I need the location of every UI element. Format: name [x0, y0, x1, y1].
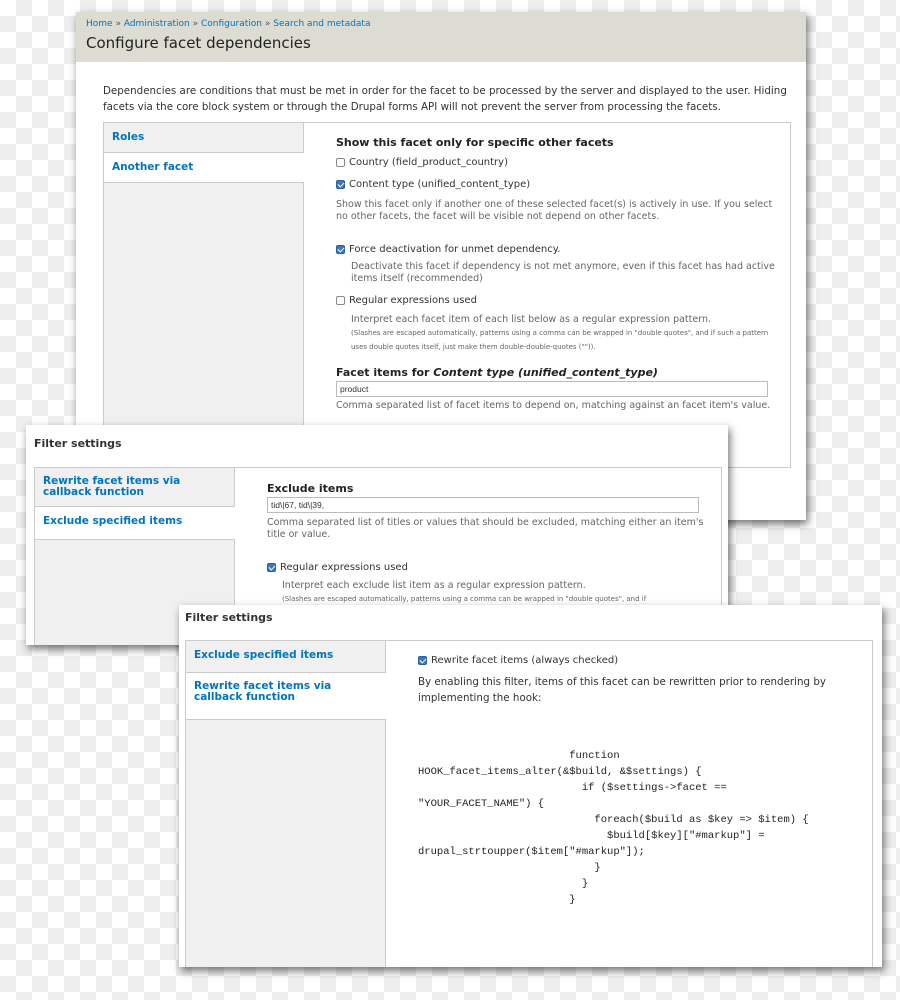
- tab-exclude-specified-items[interactable]: Exclude specified items: [35, 507, 235, 540]
- checkbox-label: Country (field_product_country): [349, 157, 508, 168]
- page-title: Configure facet dependencies: [86, 34, 311, 52]
- facet-items-label: Facet items for Content type (unified_co…: [336, 366, 658, 379]
- tab-roles[interactable]: Roles: [104, 123, 303, 153]
- checkbox-force-deactivation[interactable]: [336, 245, 345, 254]
- checkbox-label: Content type (unified_content_type): [349, 179, 531, 190]
- vertical-tabs: Exclude specified items Rewrite facet it…: [185, 640, 873, 967]
- breadcrumb-search-and-metadata[interactable]: Search and metadata: [273, 19, 370, 29]
- checkbox-regex[interactable]: [336, 296, 345, 305]
- exclude-items-description: Comma separated list of titles or values…: [267, 517, 704, 540]
- breadcrumb: Home » Administration » Configuration » …: [86, 19, 796, 29]
- tab-rewrite-facet-items[interactable]: Rewrite facet items via callback functio…: [35, 468, 234, 507]
- filter-settings-window-rewrite: Filter settings Exclude specified items …: [179, 605, 882, 967]
- breadcrumb-separator: »: [192, 19, 199, 29]
- checkbox-rewrite[interactable]: [418, 656, 427, 665]
- facet-items-description: Comma separated list of facet items to d…: [336, 400, 771, 411]
- facet-country-option[interactable]: Country (field_product_country): [336, 157, 776, 168]
- breadcrumb-separator: »: [115, 19, 121, 29]
- checkbox-country[interactable]: [336, 158, 345, 167]
- regex-option[interactable]: Regular expressions used: [336, 295, 776, 306]
- exclude-items-input[interactable]: tid\|67, tid\|39,: [267, 497, 699, 513]
- rewrite-option[interactable]: Rewrite facet items (always checked): [418, 655, 858, 666]
- tab-exclude-specified-items[interactable]: Exclude specified items: [186, 641, 385, 673]
- section-title: Show this facet only for specific other …: [336, 136, 614, 149]
- page-header: Home » Administration » Configuration » …: [76, 12, 806, 62]
- vertical-tab-list: Roles Another facet: [104, 123, 304, 467]
- force-deactivation-description: Deactivate this facet if dependency is n…: [351, 261, 775, 284]
- checkbox-content-type[interactable]: [336, 180, 345, 189]
- tab-rewrite-facet-items[interactable]: Rewrite facet items via callback functio…: [186, 673, 386, 720]
- tab-another-facet[interactable]: Another facet: [104, 153, 304, 183]
- exclude-items-label: Exclude items: [267, 482, 354, 495]
- facet-content-type-option[interactable]: Content type (unified_content_type): [336, 179, 776, 190]
- checkbox-label: Rewrite facet items (always checked): [431, 655, 619, 666]
- force-deactivation-option[interactable]: Force deactivation for unmet dependency.: [336, 244, 776, 255]
- breadcrumb-configuration[interactable]: Configuration: [201, 19, 262, 29]
- regex-description: Interpret each facet item of each list b…: [351, 314, 712, 325]
- breadcrumb-home[interactable]: Home: [86, 19, 113, 29]
- intro-text: Dependencies are conditions that must be…: [103, 85, 787, 113]
- filter-settings-title: Filter settings: [34, 437, 122, 450]
- regex-description: Interpret each exclude list item as a re…: [282, 580, 586, 591]
- rewrite-description: By enabling this filter, items of this f…: [418, 676, 826, 704]
- checkbox-label: Regular expressions used: [349, 295, 477, 306]
- checkbox-label: Force deactivation for unmet dependency.: [349, 244, 561, 255]
- regex-note: (Slashes are escaped automatically, patt…: [282, 595, 647, 603]
- facets-description: Show this facet only if another one of t…: [336, 199, 773, 222]
- breadcrumb-separator: »: [264, 19, 271, 29]
- filter-settings-title: Filter settings: [185, 611, 273, 624]
- checkbox-label: Regular expressions used: [280, 562, 408, 573]
- regex-option[interactable]: Regular expressions used: [267, 562, 707, 573]
- vertical-tab-list: Exclude specified items Rewrite facet it…: [186, 641, 386, 967]
- facet-items-input[interactable]: product: [336, 381, 768, 397]
- hook-code-sample: function HOOK_facet_items_alter(&$build,…: [418, 750, 809, 906]
- breadcrumb-administration[interactable]: Administration: [124, 19, 190, 29]
- checkbox-regex[interactable]: [267, 563, 276, 572]
- vertical-tabs: Roles Another facet Show this facet only…: [103, 122, 791, 468]
- regex-note: (Slashes are escaped automatically, patt…: [351, 329, 769, 351]
